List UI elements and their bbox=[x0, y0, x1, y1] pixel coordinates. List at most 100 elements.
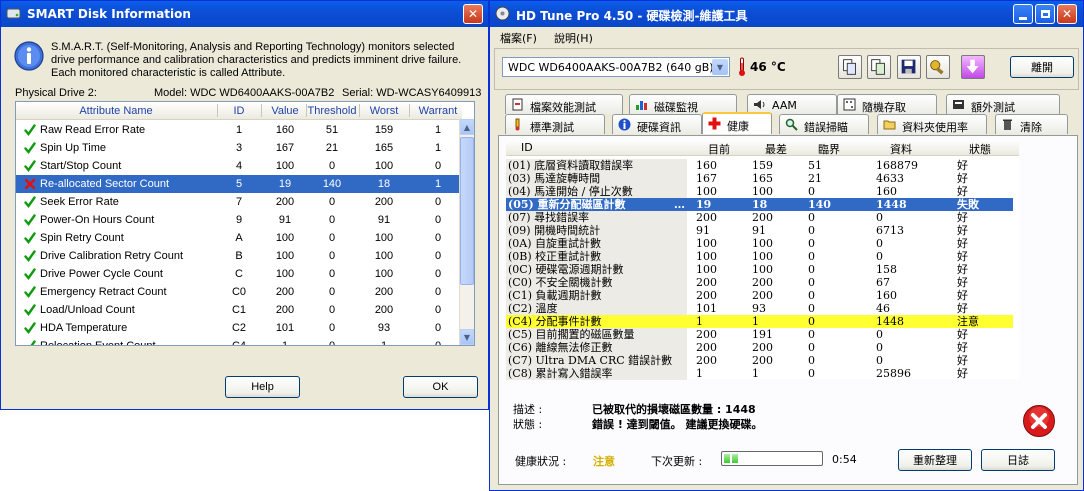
table-row[interactable]: (C1) 負載週期計數 200 200 0 160 好 bbox=[506, 289, 1013, 302]
tab-drive-info[interactable]: 硬碟資訊 bbox=[612, 114, 702, 134]
copy-button[interactable] bbox=[838, 55, 862, 79]
table-row[interactable]: Load/Unload Count C1 200 0 200 0 bbox=[16, 301, 462, 319]
truncation-ellipsis: … bbox=[674, 198, 685, 211]
table-row[interactable]: (0A) 自旋重試計數 100 100 0 0 好 bbox=[506, 237, 1013, 250]
current-value: 167 bbox=[696, 172, 717, 185]
col-worst[interactable]: 最差 bbox=[765, 141, 787, 157]
table-row[interactable]: Drive Calibration Retry Count B 100 0 100 0 bbox=[16, 247, 462, 265]
check-icon bbox=[24, 214, 36, 226]
menu-file[interactable]: 檔案(F) bbox=[500, 30, 537, 46]
table-row[interactable]: Start/Stop Count 4 100 0 100 0 bbox=[16, 157, 462, 175]
tab-folder-usage[interactable]: 資料夾使用率 bbox=[877, 114, 987, 134]
attribute-name: Spin Up Time bbox=[40, 142, 107, 154]
check-icon bbox=[24, 124, 36, 136]
menu-help[interactable]: 說明(H) bbox=[554, 30, 593, 46]
check-icon bbox=[24, 286, 36, 298]
download-button[interactable] bbox=[961, 55, 985, 79]
table-row[interactable]: (C5) 目前擱置的磁區數量 200 191 0 0 好 bbox=[506, 328, 1013, 341]
col-id[interactable]: ID bbox=[219, 105, 259, 117]
table-row[interactable]: Relocation Event Count C4 1 0 1 0 bbox=[16, 337, 462, 345]
tab-aam[interactable]: AAM bbox=[747, 94, 837, 114]
current-value: 1 bbox=[696, 315, 703, 328]
log-button[interactable]: 日誌 bbox=[981, 449, 1055, 471]
table-row[interactable]: (0C) 硬碟電源週期計數 100 100 0 158 好 bbox=[506, 263, 1013, 276]
hdtune-close-button[interactable]: ✕ bbox=[1057, 4, 1077, 24]
table-row[interactable]: (C6) 離線無法修正數 200 200 0 0 好 bbox=[506, 341, 1013, 354]
exit-button[interactable]: 離開 bbox=[1010, 56, 1074, 78]
tab-benchmark[interactable]: 標準測試 bbox=[505, 114, 605, 134]
table-row[interactable]: Drive Power Cycle Count C 100 0 100 0 bbox=[16, 265, 462, 283]
table-row[interactable]: Raw Read Error Rate 1 160 51 159 1 bbox=[16, 121, 462, 139]
table-row[interactable]: (01) 底層資料讀取錯誤率 160 159 51 168879 好 bbox=[506, 159, 1013, 172]
tab-erase[interactable]: 清除 bbox=[995, 114, 1068, 134]
table-row[interactable]: HDA Temperature C2 101 0 93 0 bbox=[16, 319, 462, 337]
next-update-label: 下次更新 : bbox=[651, 455, 703, 468]
col-attribute-name[interactable]: Attribute Name bbox=[46, 105, 186, 117]
col-warrant[interactable]: Warrant bbox=[414, 105, 462, 117]
table-row[interactable]: (04) 馬達開始 / 停止次數 100 100 0 160 好 bbox=[506, 185, 1013, 198]
col-current[interactable]: 目前 bbox=[708, 141, 730, 157]
table-row[interactable]: Emergency Retract Count C0 200 0 200 0 bbox=[16, 283, 462, 301]
col-threshold[interactable]: 臨界 bbox=[818, 141, 840, 157]
hdtune-titlebar[interactable]: HD Tune Pro 4.50 - 硬碟檢測-維護工具 ✕ bbox=[490, 1, 1083, 27]
attribute-id-name: (0A) 自旋重試計數 bbox=[508, 237, 602, 250]
model-label: Model: WDC WD6400AAKS-00A7B2 bbox=[154, 87, 335, 99]
table-row[interactable]: (C2) 溫度 101 93 0 46 好 bbox=[506, 302, 1013, 315]
table-row[interactable]: Power-On Hours Count 9 91 0 91 0 bbox=[16, 211, 462, 229]
col-data[interactable]: 資料 bbox=[890, 141, 912, 157]
minimize-icon bbox=[1019, 16, 1027, 20]
table-row[interactable]: (07) 尋找錯誤率 200 200 0 0 好 bbox=[506, 211, 1013, 224]
attribute-threshold: 0 bbox=[328, 196, 336, 208]
table-row[interactable]: (C4) 分配事件計數 1 1 0 1448 注意 bbox=[506, 315, 1013, 328]
options-button[interactable] bbox=[926, 55, 950, 79]
ok-button[interactable]: OK bbox=[403, 376, 478, 398]
smart-list-scrollbar[interactable]: ▲ ▼ bbox=[459, 119, 474, 345]
tab-file-benchmark[interactable]: 檔案效能測試 bbox=[505, 94, 623, 114]
health-attribute-list[interactable]: ID 目前 最差 臨界 資料 狀態 (01) 底層資料讀取錯誤率 160 159 51… bbox=[506, 139, 1019, 380]
copy-all-button[interactable] bbox=[867, 55, 891, 79]
chevron-down-icon[interactable]: ▼ bbox=[712, 59, 728, 75]
table-row[interactable]: (03) 馬達旋轉時間 167 165 21 4633 好 bbox=[506, 172, 1013, 185]
table-row[interactable]: (C0) 不安全關機計數 200 200 0 67 好 bbox=[506, 276, 1013, 289]
tab-disk-monitor[interactable]: 磁碟監視 bbox=[629, 94, 737, 114]
scroll-up-icon[interactable]: ▲ bbox=[460, 119, 474, 135]
help-button[interactable]: Help bbox=[225, 376, 300, 398]
save-button[interactable] bbox=[897, 55, 921, 79]
check-icon bbox=[24, 160, 36, 172]
close-button[interactable]: ✕ bbox=[463, 4, 483, 24]
col-worst[interactable]: Worst bbox=[360, 105, 408, 117]
minimize-button[interactable] bbox=[1013, 4, 1033, 24]
maximize-button[interactable] bbox=[1035, 4, 1055, 24]
table-row[interactable]: Re-allocated Sector Count 5 19 140 18 1 bbox=[16, 175, 462, 193]
table-row[interactable]: (C7) Ultra DMA CRC 錯誤計數 200 200 0 0 好 bbox=[506, 354, 1013, 367]
scroll-thumb[interactable] bbox=[460, 137, 474, 285]
scroll-down-icon[interactable]: ▼ bbox=[460, 329, 474, 345]
status-value: 好 bbox=[957, 289, 968, 302]
table-row[interactable]: Spin Up Time 3 167 21 165 1 bbox=[16, 139, 462, 157]
col-threshold[interactable]: Threshold bbox=[306, 105, 358, 117]
data-value: 158 bbox=[876, 263, 897, 276]
table-row[interactable]: (0B) 校正重試計數 100 100 0 0 好 bbox=[506, 250, 1013, 263]
table-row[interactable]: Spin Retry Count A 100 0 100 0 bbox=[16, 229, 462, 247]
col-value[interactable]: Value bbox=[263, 105, 307, 117]
data-value: 168879 bbox=[876, 159, 918, 172]
smart-titlebar[interactable]: SMART Disk Information ✕ bbox=[1, 1, 488, 27]
tab-error-scan[interactable]: 錯誤掃瞄 bbox=[779, 114, 869, 134]
col-id[interactable]: ID bbox=[521, 141, 533, 154]
drive-select[interactable]: WDC WD6400AAKS-00A7B2 (640 gB) ▼ bbox=[502, 57, 730, 77]
attribute-value: 100 bbox=[275, 232, 295, 244]
wrench-icon bbox=[930, 60, 944, 75]
smart-attribute-list[interactable]: Attribute Name ID Value Threshold Worst … bbox=[15, 101, 475, 346]
smart-window-title: SMART Disk Information bbox=[27, 7, 191, 21]
tab-health[interactable]: 健康 bbox=[702, 112, 772, 134]
tab-random-access[interactable]: 隨機存取 bbox=[837, 94, 937, 114]
table-row[interactable]: (05) 重新分配磁區計數 … 19 18 140 1448 失敗 bbox=[506, 198, 1013, 211]
tab-extra-tests[interactable]: 額外測試 bbox=[946, 94, 1060, 114]
refresh-button[interactable]: 重新整理 bbox=[898, 449, 972, 471]
status-value: 失敗 bbox=[957, 198, 979, 211]
table-row[interactable]: (C8) 累計寫入錯誤率 1 1 0 25896 好 bbox=[506, 367, 1013, 380]
table-row[interactable]: (09) 開機時間統計 91 91 0 6713 好 bbox=[506, 224, 1013, 237]
table-row[interactable]: Seek Error Rate 7 200 0 200 0 bbox=[16, 193, 462, 211]
col-status[interactable]: 狀態 bbox=[969, 141, 991, 157]
current-value: 200 bbox=[696, 328, 717, 341]
